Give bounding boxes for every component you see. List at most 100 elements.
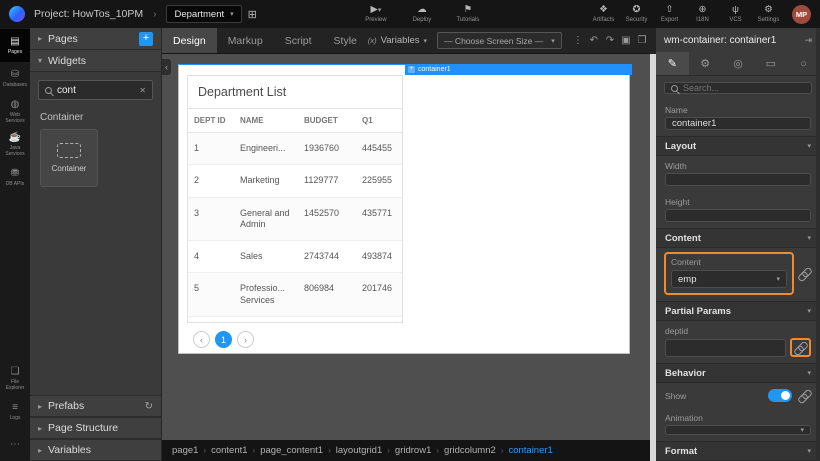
canvas-page[interactable]: + container1 Department List DEPT ID NAM… [178, 64, 630, 354]
department-list-card[interactable]: Department List DEPT ID NAME BUDGET Q1 [187, 75, 403, 323]
column-header[interactable]: DEPT ID [188, 109, 234, 133]
column-header[interactable]: BUDGET [298, 109, 356, 133]
width-input[interactable] [665, 173, 811, 186]
clear-search-icon[interactable]: ✕ [139, 86, 146, 95]
breadcrumb-item[interactable]: page_content1 [260, 445, 323, 456]
rail-item-databases[interactable]: ⛁ Databases [0, 62, 30, 95]
tab-security[interactable]: ○ [787, 52, 820, 75]
content-select[interactable]: emp ▾ [671, 270, 787, 288]
container-widget-tile[interactable]: Container [40, 129, 98, 187]
security-button[interactable]: ✪ Security [620, 5, 653, 23]
table-row[interactable]: 5 Professio... Services 806984 201746 [188, 273, 402, 317]
tab-properties[interactable]: ✎ [656, 52, 689, 75]
add-page-button[interactable]: + [139, 32, 153, 46]
section-content[interactable]: Content ▾ [656, 228, 820, 248]
bind-deptid-icon[interactable] [794, 341, 807, 354]
data-table[interactable]: DEPT ID NAME BUDGET Q1 1 Engineeri... 19… [188, 109, 402, 317]
properties-search-box[interactable] [664, 82, 812, 94]
rail-item-pages[interactable]: ▤ Pages [0, 29, 30, 62]
animation-select[interactable]: ▾ [665, 425, 811, 435]
rail-item-logs[interactable]: ≡ Logs [0, 395, 30, 428]
prefabs-accordion-header[interactable]: ▸ Prefabs ↻ [30, 395, 161, 417]
deploy-button[interactable]: ☁ Deploy [399, 5, 445, 23]
rail-item-web-services[interactable]: ◍ Web Services [0, 95, 30, 128]
copy-icon[interactable]: ❐ [634, 28, 650, 53]
dock-panel-icon[interactable]: ⇥ [804, 35, 812, 46]
bind-show-icon[interactable] [798, 389, 811, 402]
i18n-button[interactable]: ⊕ I18N [686, 5, 719, 23]
height-input[interactable] [665, 209, 811, 222]
kebab-menu-icon[interactable]: ⋮ [570, 28, 586, 53]
table-row[interactable]: 4 Sales 2743744 493874 [188, 241, 402, 273]
variables-menu[interactable]: (x) Variables ▾ [368, 28, 427, 53]
table-row[interactable]: 1 Engineeri... 1936760 445455 [188, 133, 402, 165]
export-button[interactable]: ⇧ Export [653, 5, 686, 23]
logs-icon: ≡ [12, 403, 18, 413]
name-input[interactable] [665, 117, 811, 130]
scroll-right-icon[interactable]: › [395, 318, 398, 323]
table-row[interactable]: 2 Marketing 1129777 225955 [188, 165, 402, 197]
vcs-button[interactable]: ψ VCS [719, 5, 752, 23]
tab-accessibility[interactable]: ◎ [722, 52, 755, 75]
tab-markup[interactable]: Markup [217, 28, 274, 53]
preview-button[interactable]: ▶▾ Preview [353, 5, 399, 23]
rail-item-java-services[interactable]: ☕ Java Services [0, 128, 30, 161]
breadcrumb-item[interactable]: gridcolumn2 [444, 445, 496, 456]
rail-item-more[interactable]: ⋯ [0, 428, 30, 461]
rail-label: File Explorer [1, 379, 29, 391]
plus-icon[interactable]: + [408, 66, 415, 73]
screen-size-select[interactable]: — Choose Screen Size — ▾ [437, 32, 562, 49]
previous-page-button[interactable]: ‹ [193, 331, 210, 348]
widget-search-box[interactable]: ✕ [38, 80, 153, 100]
bind-content-icon[interactable] [798, 267, 811, 280]
section-partial-params[interactable]: Partial Params ▾ [656, 301, 820, 321]
collapse-left-panel-handle[interactable]: ‹ [162, 59, 171, 75]
variables-accordion-header[interactable]: ▸ Variables [30, 439, 161, 461]
table-row[interactable]: 3 General and Admin 1452570 435771 [188, 197, 402, 241]
breadcrumb-item[interactable]: page1 [172, 445, 198, 456]
show-toggle[interactable] [768, 389, 792, 402]
scroll-left-icon[interactable]: ‹ [192, 318, 195, 323]
breadcrumb-item[interactable]: content1 [211, 445, 247, 456]
properties-search-input[interactable] [683, 83, 805, 93]
widgets-accordion-header[interactable]: ▾ Widgets [30, 50, 161, 72]
breadcrumb-item-current[interactable]: container1 [508, 445, 552, 456]
tab-style[interactable]: Style [323, 28, 368, 53]
page-structure-accordion-header[interactable]: ▸ Page Structure [30, 417, 161, 439]
rail-item-file-explorer[interactable]: ❏ File Explorer [0, 362, 30, 395]
refresh-icon[interactable]: ↻ [145, 401, 153, 412]
tab-script[interactable]: Script [274, 28, 323, 53]
current-page-button[interactable]: 1 [215, 331, 232, 348]
coffee-icon: ☕ [9, 133, 21, 143]
page-selector-dropdown[interactable]: Department ▾ [166, 5, 241, 23]
breadcrumb-item[interactable]: layoutgrid1 [336, 445, 382, 456]
undo-icon[interactable]: ↶ [586, 28, 602, 53]
column-header[interactable]: Q1 [356, 109, 402, 133]
widget-search-input[interactable] [57, 85, 134, 96]
section-behavior[interactable]: Behavior ▾ [656, 363, 820, 383]
section-format[interactable]: Format ▾ [656, 441, 820, 461]
deptid-input[interactable] [665, 339, 786, 357]
user-avatar[interactable]: MP [792, 5, 811, 24]
chevron-right-icon: › [501, 446, 504, 455]
selected-container-tag[interactable]: + container1 [405, 64, 632, 75]
rail-label: DB APIs [6, 181, 25, 187]
column-header[interactable]: NAME [234, 109, 298, 133]
next-page-button[interactable]: › [237, 331, 254, 348]
breadcrumb-item[interactable]: gridrow1 [395, 445, 431, 456]
pages-accordion-header[interactable]: ▸ Pages + [30, 28, 161, 50]
tab-styles[interactable]: ⚙ [689, 52, 722, 75]
grid-view-icon[interactable]: ⊞ [248, 8, 257, 21]
tutorials-button[interactable]: ⚑ Tutorials [445, 5, 491, 23]
height-label: Height [665, 197, 811, 207]
design-canvas[interactable]: ‹ + container1 Department List DEPT ID N… [162, 54, 650, 440]
app-logo [9, 6, 25, 22]
tab-events[interactable]: ▭ [754, 52, 787, 75]
tab-design[interactable]: Design [162, 28, 217, 53]
section-layout[interactable]: Layout ▾ [656, 136, 820, 156]
settings-button[interactable]: ⚙ Settings [752, 5, 785, 23]
redo-icon[interactable]: ↷ [602, 28, 618, 53]
artifacts-button[interactable]: ❖ Artifacts [587, 5, 620, 23]
save-icon[interactable]: ▣ [618, 28, 634, 53]
rail-item-db-apis[interactable]: ⛃ DB APIs [0, 161, 30, 194]
